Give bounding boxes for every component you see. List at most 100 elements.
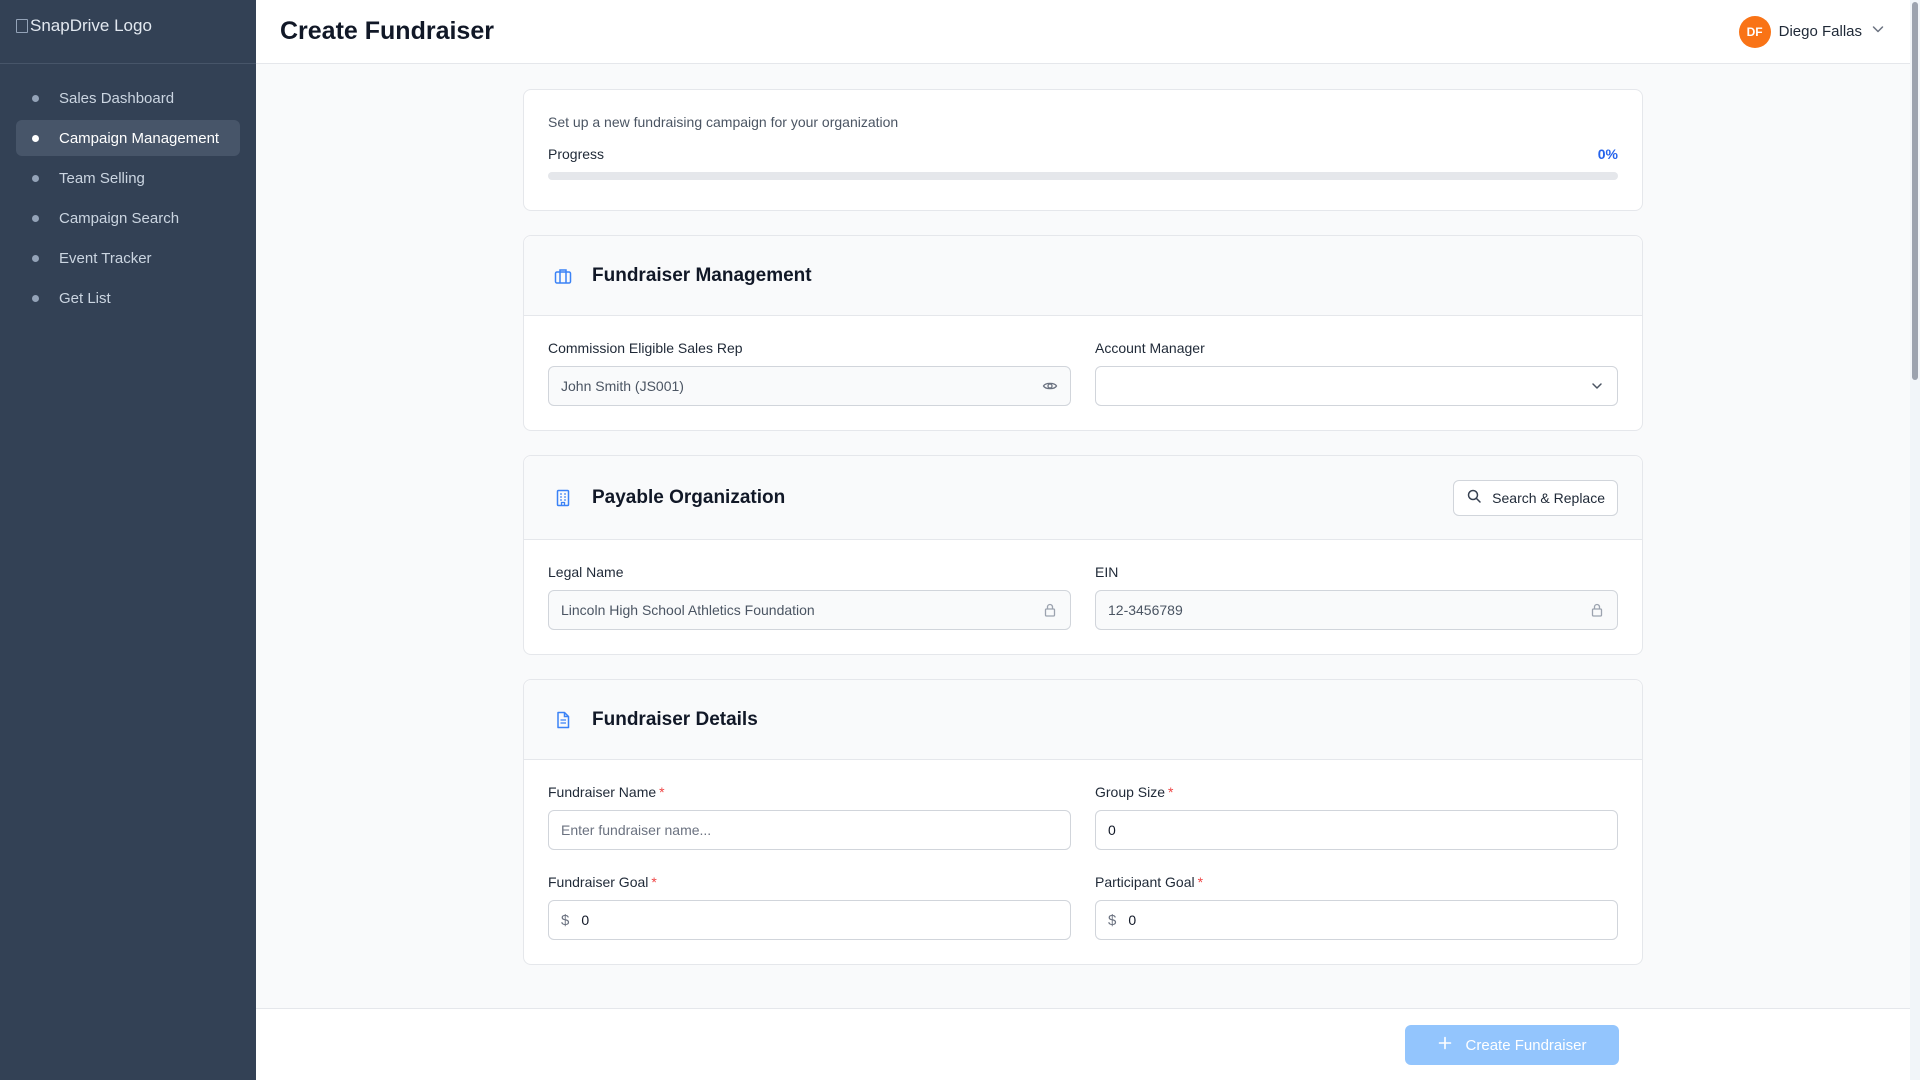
field-row: Legal Name Lincoln High School Athletics…: [548, 564, 1618, 630]
field-row: Fundraiser Name * Enter fundraiser name..…: [548, 784, 1618, 850]
avatar: DF: [1738, 15, 1771, 48]
input-value: John Smith (JS001): [561, 378, 684, 394]
fundraiser-goal-input[interactable]: $ 0: [548, 900, 1071, 940]
fundraiser-goal-field: Fundraiser Goal * $ 0: [548, 874, 1071, 940]
lock-icon: [1042, 602, 1058, 618]
field-label: EIN: [1095, 564, 1119, 580]
sidebar: SnapDrive Logo Sales Dashboard Campaign …: [0, 0, 256, 1080]
section-title: Payable Organization: [592, 486, 786, 508]
progress-card: Set up a new fundraising campaign for yo…: [523, 89, 1643, 211]
sidebar-item-label: Get List: [59, 289, 111, 307]
document-icon: [548, 705, 578, 735]
progress-label: Progress: [548, 146, 605, 162]
card-body: Fundraiser Name * Enter fundraiser name..…: [524, 760, 1642, 964]
bullet-icon: [32, 214, 39, 222]
field-row: Fundraiser Goal * $ 0 Participant Goal * $…: [548, 874, 1618, 940]
top-header: Create Fundraiser DF Diego Fallas: [256, 0, 1910, 64]
create-fundraiser-button[interactable]: Create Fundraiser: [1405, 1025, 1619, 1065]
progress-row: Progress 0%: [548, 146, 1618, 162]
field-label: Group Size *: [1095, 784, 1618, 800]
field-label: Participant Goal *: [1095, 874, 1618, 890]
broken-image-icon: [16, 19, 28, 33]
plus-icon: [1438, 1036, 1452, 1054]
main-content: Set up a new fundraising campaign for yo…: [256, 64, 1910, 1008]
card-header: Fundraiser Details: [524, 680, 1642, 760]
logo[interactable]: SnapDrive Logo: [16, 16, 152, 36]
field-label: Commission Eligible Sales Rep: [548, 340, 743, 356]
card-header: Fundraiser Management: [524, 236, 1642, 316]
card-title-wrap: Fundraiser Management: [548, 261, 812, 291]
dollar-icon: $: [561, 911, 570, 929]
eye-icon[interactable]: [1042, 378, 1058, 394]
input-value: Lincoln High School Athletics Foundation: [561, 602, 815, 618]
card-header: Payable Organization Search & Replace: [524, 456, 1642, 540]
input-placeholder: Enter fundraiser name...: [561, 822, 712, 838]
bullet-icon: [32, 254, 39, 262]
form-container: Set up a new fundraising campaign for yo…: [523, 64, 1643, 965]
fundraiser-management-card: Fundraiser Management Commission Eligibl…: [523, 235, 1643, 431]
section-title: Fundraiser Management: [592, 264, 812, 286]
footer-bar: Create Fundraiser: [256, 1008, 1910, 1080]
participant-goal-field: Participant Goal * $ 0: [1095, 874, 1618, 940]
fundraiser-name-input[interactable]: Enter fundraiser name...: [548, 810, 1071, 850]
button-label: Create Fundraiser: [1465, 1036, 1587, 1054]
group-size-input[interactable]: 0: [1095, 810, 1618, 850]
search-replace-button[interactable]: Search & Replace: [1453, 479, 1618, 516]
input-value: 0: [1128, 912, 1137, 928]
sidebar-item-campaign-management[interactable]: Campaign Management: [16, 120, 240, 156]
button-label: Search & Replace: [1492, 489, 1605, 506]
field-label-text: Group Size: [1095, 784, 1166, 800]
legal-name-input[interactable]: Lincoln High School Athletics Foundation: [548, 590, 1071, 630]
bullet-icon: [32, 174, 39, 182]
sidebar-item-label: Campaign Search: [59, 209, 180, 227]
page-scrollbar[interactable]: [1910, 0, 1920, 1080]
sidebar-item-label: Sales Dashboard: [59, 89, 175, 107]
required-marker: *: [1168, 784, 1174, 800]
ein-input[interactable]: 12-3456789: [1095, 590, 1618, 630]
page-subtitle: Set up a new fundraising campaign for yo…: [548, 114, 899, 130]
page-title: Create Fundraiser: [280, 17, 494, 45]
sidebar-nav: Sales Dashboard Campaign Management Team…: [0, 64, 256, 336]
sidebar-item-event-tracker[interactable]: Event Tracker: [16, 240, 240, 276]
sidebar-item-label: Campaign Management: [59, 129, 220, 147]
logo-alt-text: SnapDrive Logo: [30, 16, 152, 35]
input-value: 12-3456789: [1108, 602, 1183, 618]
card-body: Commission Eligible Sales Rep John Smith…: [524, 316, 1642, 430]
user-menu[interactable]: DF Diego Fallas: [1738, 15, 1886, 48]
field-label: Legal Name: [548, 564, 624, 580]
sidebar-item-get-list[interactable]: Get List: [16, 280, 240, 316]
account-manager-select[interactable]: [1095, 366, 1618, 406]
lock-icon: [1589, 602, 1605, 618]
field-label-text: Fundraiser Goal: [548, 874, 649, 890]
progress-bar: [548, 172, 1618, 180]
bullet-icon: [32, 134, 39, 142]
fundraiser-details-card: Fundraiser Details Fundraiser Name * Ente…: [523, 679, 1643, 965]
fundraiser-name-field: Fundraiser Name * Enter fundraiser name..…: [548, 784, 1071, 850]
sidebar-item-team-selling[interactable]: Team Selling: [16, 160, 240, 196]
sidebar-item-campaign-search[interactable]: Campaign Search: [16, 200, 240, 236]
progress-percent: 0%: [1597, 146, 1618, 162]
chevron-down-icon: [1589, 378, 1605, 394]
input-value: 0: [1108, 822, 1116, 838]
field-label-text: Participant Goal: [1095, 874, 1195, 890]
card-body: Legal Name Lincoln High School Athletics…: [524, 540, 1642, 654]
bullet-icon: [32, 294, 39, 302]
scrollbar-thumb[interactable]: [1912, 2, 1918, 380]
field-label: Account Manager: [1095, 340, 1205, 356]
sidebar-item-sales-dashboard[interactable]: Sales Dashboard: [16, 80, 240, 116]
legal-name-field: Legal Name Lincoln High School Athletics…: [548, 564, 1071, 630]
sales-rep-field: Commission Eligible Sales Rep John Smith…: [548, 340, 1071, 406]
input-value: 0: [581, 912, 590, 928]
group-size-field: Group Size * 0: [1095, 784, 1618, 850]
bullet-icon: [32, 94, 39, 102]
field-row: Commission Eligible Sales Rep John Smith…: [548, 340, 1618, 406]
required-marker: *: [659, 784, 665, 800]
participant-goal-input[interactable]: $ 0: [1095, 900, 1618, 940]
sidebar-item-label: Event Tracker: [59, 249, 152, 267]
briefcase-icon: [548, 261, 578, 291]
field-label-text: Fundraiser Name: [548, 784, 657, 800]
sidebar-item-label: Team Selling: [59, 169, 145, 187]
card-title-wrap: Fundraiser Details: [548, 705, 758, 735]
sales-rep-input[interactable]: John Smith (JS001): [548, 366, 1071, 406]
dollar-icon: $: [1108, 911, 1117, 929]
